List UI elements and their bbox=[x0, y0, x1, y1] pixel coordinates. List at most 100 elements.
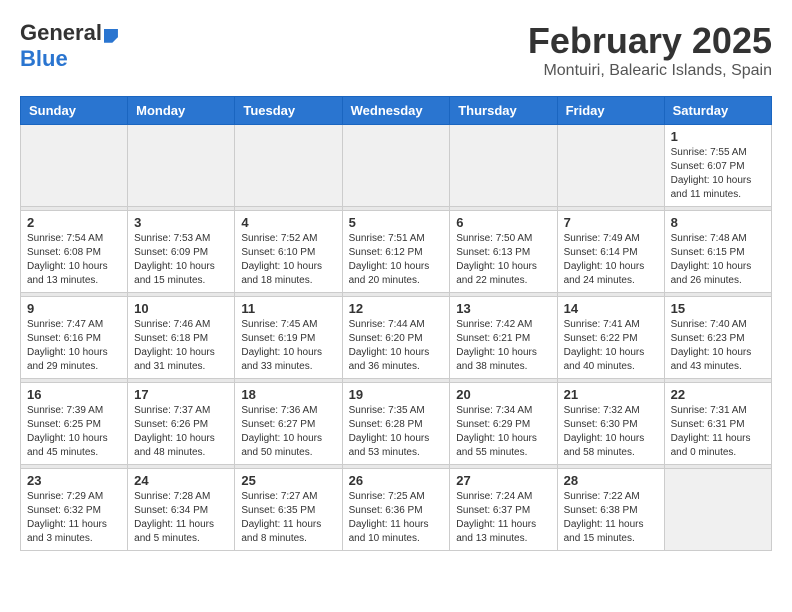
table-row: 27 Sunrise: 7:24 AM Sunset: 6:37 PM Dayli… bbox=[450, 469, 557, 551]
table-row: 6 Sunrise: 7:50 AM Sunset: 6:13 PM Daylig… bbox=[450, 211, 557, 293]
day-number: 12 bbox=[349, 301, 444, 316]
calendar-week-row: 9 Sunrise: 7:47 AM Sunset: 6:16 PM Daylig… bbox=[21, 297, 772, 379]
day-number: 6 bbox=[456, 215, 550, 230]
table-row: 18 Sunrise: 7:36 AM Sunset: 6:27 PM Dayli… bbox=[235, 383, 342, 465]
logo: General Blue bbox=[20, 20, 118, 72]
day-info: Sunrise: 7:31 AM Sunset: 6:31 PM Dayligh… bbox=[671, 404, 765, 460]
day-info: Sunrise: 7:54 AM Sunset: 6:08 PM Dayligh… bbox=[27, 232, 121, 288]
table-row: 1 Sunrise: 7:55 AM Sunset: 6:07 PM Daylig… bbox=[664, 125, 771, 207]
table-row: 8 Sunrise: 7:48 AM Sunset: 6:15 PM Daylig… bbox=[664, 211, 771, 293]
day-number: 19 bbox=[349, 387, 444, 402]
day-info: Sunrise: 7:53 AM Sunset: 6:09 PM Dayligh… bbox=[134, 232, 228, 288]
day-info: Sunrise: 7:37 AM Sunset: 6:26 PM Dayligh… bbox=[134, 404, 228, 460]
day-number: 16 bbox=[27, 387, 121, 402]
table-row bbox=[450, 125, 557, 207]
day-info: Sunrise: 7:28 AM Sunset: 6:34 PM Dayligh… bbox=[134, 490, 228, 546]
table-row: 9 Sunrise: 7:47 AM Sunset: 6:16 PM Daylig… bbox=[21, 297, 128, 379]
day-info: Sunrise: 7:49 AM Sunset: 6:14 PM Dayligh… bbox=[564, 232, 658, 288]
day-info: Sunrise: 7:55 AM Sunset: 6:07 PM Dayligh… bbox=[671, 146, 765, 202]
table-row: 14Sunrise: 7:41 AM Sunset: 6:22 PM Dayli… bbox=[557, 297, 664, 379]
day-number: 10 bbox=[134, 301, 228, 316]
table-row: 19 Sunrise: 7:35 AM Sunset: 6:28 PM Dayli… bbox=[342, 383, 450, 465]
table-row bbox=[557, 125, 664, 207]
day-number: 20 bbox=[456, 387, 550, 402]
table-row: 16 Sunrise: 7:39 AM Sunset: 6:25 PM Dayli… bbox=[21, 383, 128, 465]
day-number: 23 bbox=[27, 473, 121, 488]
header-wednesday: Wednesday bbox=[342, 97, 450, 125]
day-number: 8 bbox=[671, 215, 765, 230]
table-row: 22 Sunrise: 7:31 AM Sunset: 6:31 PM Dayli… bbox=[664, 383, 771, 465]
page-header: General Blue February 2025 Montuiri, Bal… bbox=[20, 20, 772, 80]
table-row bbox=[128, 125, 235, 207]
table-row: 21 Sunrise: 7:32 AM Sunset: 6:30 PM Dayli… bbox=[557, 383, 664, 465]
header-sunday: Sunday bbox=[21, 97, 128, 125]
day-info: Sunrise: 7:45 AM Sunset: 6:19 PM Dayligh… bbox=[241, 318, 335, 374]
day-info: Sunrise: 7:52 AM Sunset: 6:10 PM Dayligh… bbox=[241, 232, 335, 288]
day-number: 22 bbox=[671, 387, 765, 402]
day-info: Sunrise: 7:51 AM Sunset: 6:12 PM Dayligh… bbox=[349, 232, 444, 288]
day-info: Sunrise: 7:47 AM Sunset: 6:16 PM Dayligh… bbox=[27, 318, 121, 374]
day-info: Sunrise: 7:25 AM Sunset: 6:36 PM Dayligh… bbox=[349, 490, 444, 546]
day-number: 9 bbox=[27, 301, 121, 316]
day-info: Sunrise: 7:41 AM Sunset: 6:22 PM Dayligh… bbox=[564, 318, 658, 374]
table-row: 23 Sunrise: 7:29 AM Sunset: 6:32 PM Dayli… bbox=[21, 469, 128, 551]
table-row: 17 Sunrise: 7:37 AM Sunset: 6:26 PM Dayli… bbox=[128, 383, 235, 465]
day-number: 27 bbox=[456, 473, 550, 488]
day-info: Sunrise: 7:50 AM Sunset: 6:13 PM Dayligh… bbox=[456, 232, 550, 288]
day-info: Sunrise: 7:32 AM Sunset: 6:30 PM Dayligh… bbox=[564, 404, 658, 460]
logo-icon bbox=[104, 29, 118, 43]
logo-blue: Blue bbox=[20, 46, 68, 72]
day-info: Sunrise: 7:35 AM Sunset: 6:28 PM Dayligh… bbox=[349, 404, 444, 460]
day-number: 3 bbox=[134, 215, 228, 230]
day-info: Sunrise: 7:40 AM Sunset: 6:23 PM Dayligh… bbox=[671, 318, 765, 374]
table-row: 15 Sunrise: 7:40 AM Sunset: 6:23 PM Dayli… bbox=[664, 297, 771, 379]
day-number: 21 bbox=[564, 387, 658, 402]
day-number: 1 bbox=[671, 129, 765, 144]
day-number: 2 bbox=[27, 215, 121, 230]
calendar-week-row: 2 Sunrise: 7:54 AM Sunset: 6:08 PM Daylig… bbox=[21, 211, 772, 293]
table-row: 2 Sunrise: 7:54 AM Sunset: 6:08 PM Daylig… bbox=[21, 211, 128, 293]
calendar-week-row: 1 Sunrise: 7:55 AM Sunset: 6:07 PM Daylig… bbox=[21, 125, 772, 207]
calendar: Sunday Monday Tuesday Wednesday Thursday… bbox=[20, 96, 772, 551]
table-row: 26 Sunrise: 7:25 AM Sunset: 6:36 PM Dayli… bbox=[342, 469, 450, 551]
day-info: Sunrise: 7:46 AM Sunset: 6:18 PM Dayligh… bbox=[134, 318, 228, 374]
table-row: 24Sunrise: 7:28 AM Sunset: 6:34 PM Dayli… bbox=[128, 469, 235, 551]
table-row: 5Sunrise: 7:51 AM Sunset: 6:12 PM Daylig… bbox=[342, 211, 450, 293]
location: Montuiri, Balearic Islands, Spain bbox=[528, 62, 772, 80]
table-row: 12 Sunrise: 7:44 AM Sunset: 6:20 PM Dayli… bbox=[342, 297, 450, 379]
day-number: 25 bbox=[241, 473, 335, 488]
day-info: Sunrise: 7:48 AM Sunset: 6:15 PM Dayligh… bbox=[671, 232, 765, 288]
table-row: 20Sunrise: 7:34 AM Sunset: 6:29 PM Dayli… bbox=[450, 383, 557, 465]
header-monday: Monday bbox=[128, 97, 235, 125]
day-number: 4 bbox=[241, 215, 335, 230]
logo-general: General bbox=[20, 20, 102, 45]
table-row: 7 Sunrise: 7:49 AM Sunset: 6:14 PM Daylig… bbox=[557, 211, 664, 293]
header-saturday: Saturday bbox=[664, 97, 771, 125]
table-row: 28Sunrise: 7:22 AM Sunset: 6:38 PM Dayli… bbox=[557, 469, 664, 551]
day-info: Sunrise: 7:29 AM Sunset: 6:32 PM Dayligh… bbox=[27, 490, 121, 546]
day-info: Sunrise: 7:36 AM Sunset: 6:27 PM Dayligh… bbox=[241, 404, 335, 460]
table-row: 3 Sunrise: 7:53 AM Sunset: 6:09 PM Daylig… bbox=[128, 211, 235, 293]
logo-text: General bbox=[20, 20, 118, 46]
day-info: Sunrise: 7:27 AM Sunset: 6:35 PM Dayligh… bbox=[241, 490, 335, 546]
day-info: Sunrise: 7:44 AM Sunset: 6:20 PM Dayligh… bbox=[349, 318, 444, 374]
table-row: 4 Sunrise: 7:52 AM Sunset: 6:10 PM Daylig… bbox=[235, 211, 342, 293]
header-thursday: Thursday bbox=[450, 97, 557, 125]
day-number: 18 bbox=[241, 387, 335, 402]
day-number: 17 bbox=[134, 387, 228, 402]
table-row bbox=[342, 125, 450, 207]
day-number: 15 bbox=[671, 301, 765, 316]
day-number: 26 bbox=[349, 473, 444, 488]
table-row: 11Sunrise: 7:45 AM Sunset: 6:19 PM Dayli… bbox=[235, 297, 342, 379]
table-row bbox=[21, 125, 128, 207]
day-info: Sunrise: 7:24 AM Sunset: 6:37 PM Dayligh… bbox=[456, 490, 550, 546]
calendar-week-row: 16 Sunrise: 7:39 AM Sunset: 6:25 PM Dayli… bbox=[21, 383, 772, 465]
day-info: Sunrise: 7:39 AM Sunset: 6:25 PM Dayligh… bbox=[27, 404, 121, 460]
day-info: Sunrise: 7:22 AM Sunset: 6:38 PM Dayligh… bbox=[564, 490, 658, 546]
day-info: Sunrise: 7:42 AM Sunset: 6:21 PM Dayligh… bbox=[456, 318, 550, 374]
header-tuesday: Tuesday bbox=[235, 97, 342, 125]
table-row: 25 Sunrise: 7:27 AM Sunset: 6:35 PM Dayli… bbox=[235, 469, 342, 551]
day-number: 7 bbox=[564, 215, 658, 230]
calendar-week-row: 23 Sunrise: 7:29 AM Sunset: 6:32 PM Dayli… bbox=[21, 469, 772, 551]
table-row bbox=[235, 125, 342, 207]
